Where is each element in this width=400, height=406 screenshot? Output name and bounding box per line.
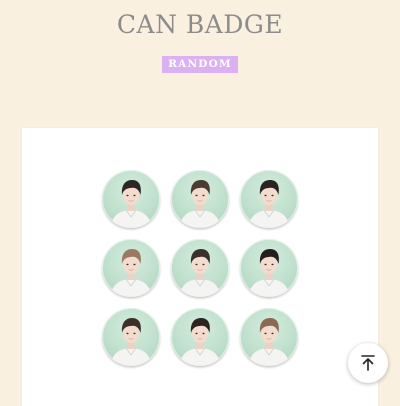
can-badge-2 [171,170,229,228]
portrait-illustration [109,249,153,297]
random-badge: RANDOM [162,56,238,73]
portrait-illustration [109,180,153,228]
portrait-illustration [178,180,222,228]
can-badge-3 [240,170,298,228]
portrait-illustration [178,249,222,297]
can-badge-4 [102,239,160,297]
page-title: CAN BADGE [116,10,284,39]
portrait-illustration [247,180,291,228]
portrait-illustration [247,318,291,366]
can-badge-9 [240,308,298,366]
can-badge-6 [240,239,298,297]
scroll-to-top-button[interactable] [348,343,388,383]
can-badge-5 [171,239,229,297]
portrait-illustration [178,318,222,366]
can-badge-1 [102,170,160,228]
can-badge-7 [102,308,160,366]
can-badge-grid [102,170,302,370]
can-badge-8 [171,308,229,366]
arrow-up-to-line-icon [359,354,377,372]
portrait-illustration [247,249,291,297]
portrait-illustration [109,318,153,366]
product-image-card [22,128,378,406]
